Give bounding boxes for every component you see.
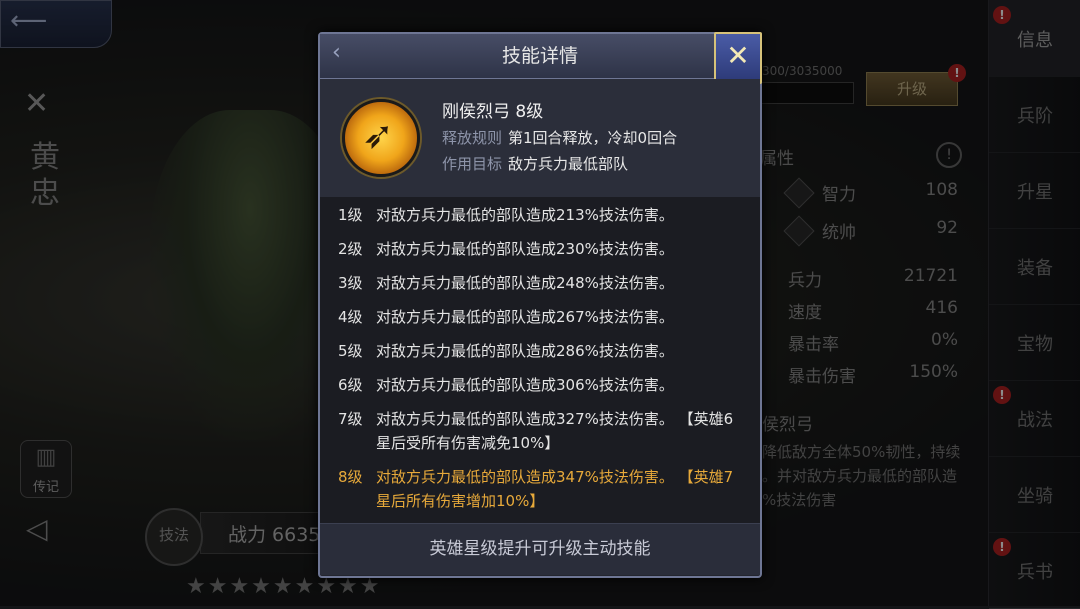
skill-name: 刚侯烈弓 8级 — [442, 102, 544, 122]
level-number: 7级 — [338, 410, 363, 428]
close-x-icon[interactable]: ✕ — [714, 32, 762, 84]
skill-detail-dialog: ‹ 技能详情 ✕ ➶ 刚侯烈弓 8级 释放规则 第1回合释放，冷却0回合 作用目标… — [318, 32, 762, 578]
bow-skill-icon: ➶ — [362, 113, 394, 157]
level-text: 对敌方兵力最低的部队造成306%技法伤害。 — [376, 376, 674, 394]
level-number: 1级 — [338, 206, 363, 224]
target-key: 作用目标 — [442, 155, 503, 173]
level-text: 对敌方兵力最低的部队造成327%技法伤害。 【英雄6星后受所有伤害减免10%】 — [376, 410, 734, 452]
level-text: 对敌方兵力最低的部队造成347%技法伤害。 【英雄7星后所有伤害增加10%】 — [376, 468, 734, 510]
target-value: 敌方兵力最低部队 — [508, 155, 629, 173]
dialog-title: 技能详情 — [501, 45, 578, 67]
rule-key: 释放规则 — [442, 129, 503, 147]
level-number: 3级 — [338, 274, 363, 292]
level-text: 对敌方兵力最低的部队造成267%技法伤害。 — [376, 308, 674, 326]
dialog-footer: 英雄星级提升可升级主动技能 — [320, 523, 760, 575]
level-number: 5级 — [338, 342, 363, 360]
level-text: 对敌方兵力最低的部队造成213%技法伤害。 — [376, 206, 674, 224]
level-number: 4级 — [338, 308, 363, 326]
level-number: 6级 — [338, 376, 363, 394]
level-number: 2级 — [338, 240, 363, 258]
level-text: 对敌方兵力最低的部队造成248%技法伤害。 — [376, 274, 674, 292]
rule-value: 第1回合释放，冷却0回合 — [508, 129, 678, 147]
level-number: 8级 — [338, 468, 363, 486]
level-list: 1级 对敌方兵力最低的部队造成213%技法伤害。 2级 对敌方兵力最低的部队造成… — [320, 197, 760, 523]
skill-summary: ➶ 刚侯烈弓 8级 释放规则 第1回合释放，冷却0回合 作用目标 敌方兵力最低部队 — [320, 79, 760, 197]
level-text: 对敌方兵力最低的部队造成286%技法伤害。 — [376, 342, 674, 360]
level-text: 对敌方兵力最低的部队造成230%技法伤害。 — [376, 240, 674, 258]
skill-rule: 释放规则 第1回合释放，冷却0回合 — [442, 127, 677, 148]
skill-target: 作用目标 敌方兵力最低部队 — [442, 153, 628, 174]
